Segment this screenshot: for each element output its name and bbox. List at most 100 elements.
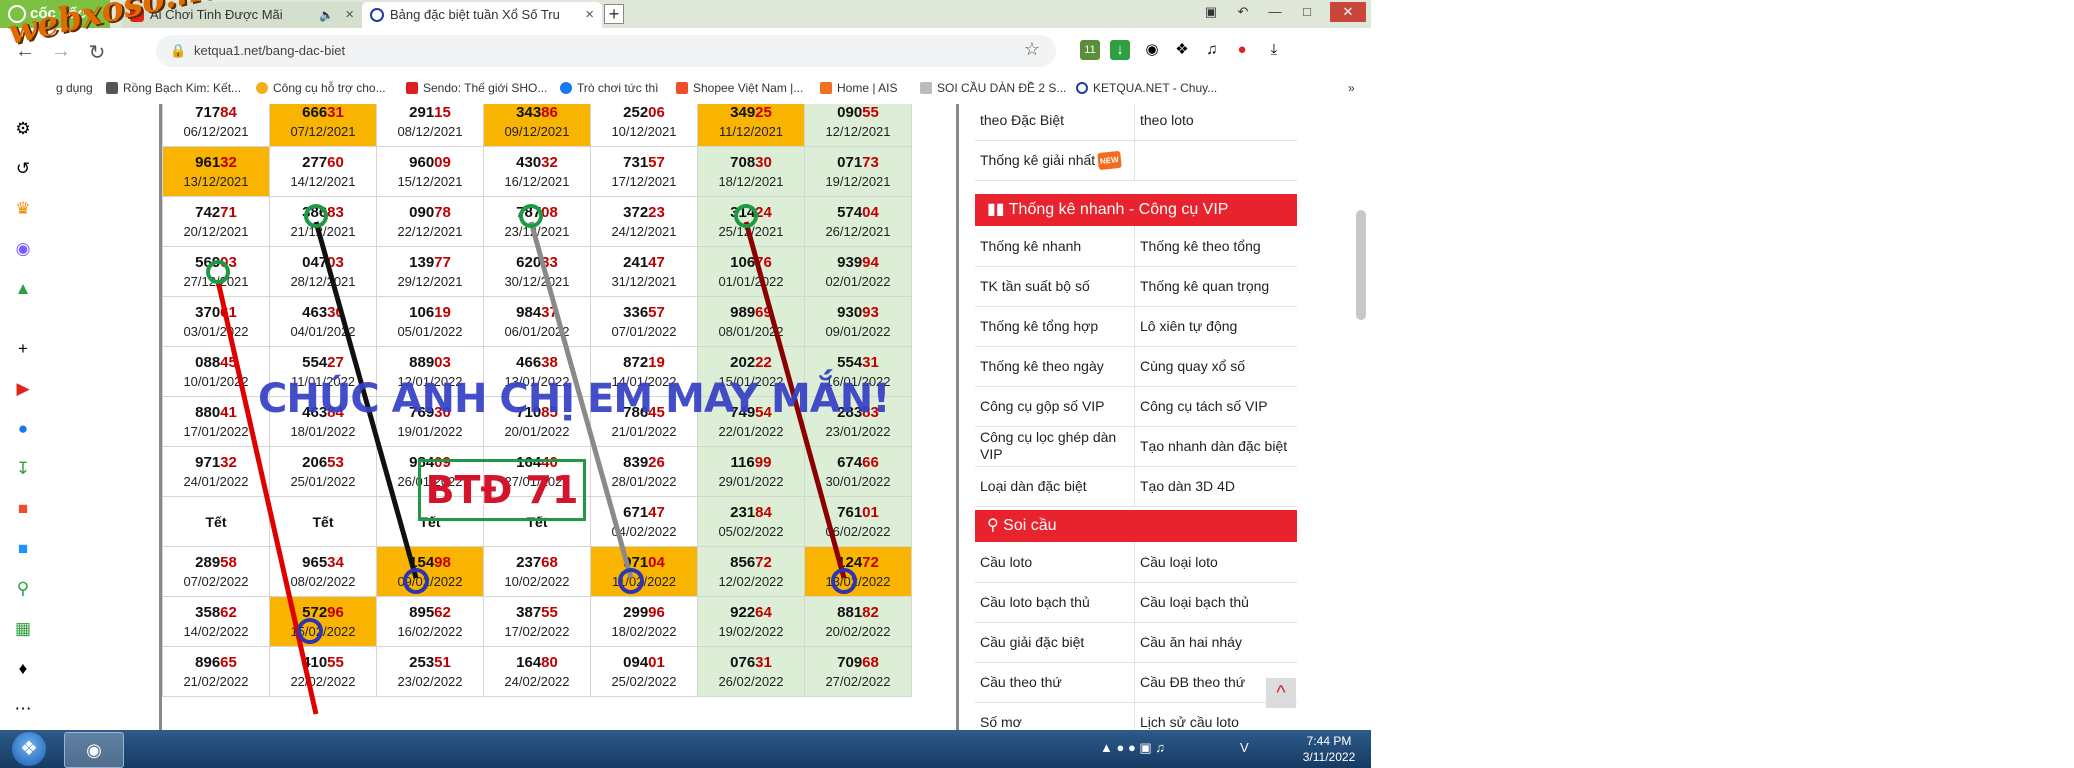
result-date: 18/02/2022 <box>611 623 677 639</box>
bookmark-label: Rồng Bạch Kim: Kết... <box>123 81 242 95</box>
reload-button[interactable]: ↻ <box>86 40 108 65</box>
settings-icon[interactable]: ⚙ <box>12 118 34 140</box>
bookmark-star-icon[interactable]: ☆ <box>1024 39 1040 60</box>
gamepad-icon[interactable]: ▲ <box>12 278 34 300</box>
sidebar-link[interactable]: TK tần suất bộ số <box>975 266 1135 306</box>
download-icon[interactable]: ↧ <box>12 458 34 480</box>
sidebar-link[interactable]: Cầu theo thứ <box>975 662 1135 702</box>
sidebar-link[interactable]: Số mơ <box>975 702 1135 730</box>
result-date: 08/02/2022 <box>290 573 356 589</box>
scroll-to-top-button[interactable]: ^ <box>1266 678 1296 708</box>
sidebar-link[interactable]: Công cụ gộp số VIP <box>975 386 1135 426</box>
result-prefix: 387 <box>516 603 542 621</box>
sidebar-link[interactable]: Thống kê theo ngày <box>975 346 1135 386</box>
omnibox[interactable]: 🔒 ketqua1.net/bang-dac-biet ☆ <box>156 35 1056 67</box>
bell-icon[interactable]: ♦ <box>12 658 34 680</box>
close-window-button[interactable]: ✕ <box>1330 2 1366 22</box>
result-prefix: 965 <box>302 553 328 571</box>
sidebar-link[interactable]: Thống kê theo tổng <box>1135 226 1295 266</box>
close-tab-icon[interactable]: × <box>345 2 354 28</box>
crown-icon[interactable]: ♛ <box>12 198 34 220</box>
sidebar-link[interactable]: Cầu loto <box>975 542 1135 582</box>
bookmark-more-button[interactable]: » <box>1348 81 1355 95</box>
tray-v-icon[interactable]: V <box>1240 740 1249 755</box>
sheet-icon[interactable]: ▦ <box>12 618 34 640</box>
media-icon[interactable]: ♫ <box>1202 40 1222 60</box>
sidebar-link[interactable]: Tạo dàn 3D 4D <box>1135 466 1295 506</box>
extension-badge-icon[interactable]: 11 <box>1080 40 1100 60</box>
maximize-button[interactable]: □ <box>1294 2 1320 22</box>
result-last-two: 03 <box>327 253 344 271</box>
result-date: 10/02/2022 <box>504 573 570 589</box>
bookmark-item[interactable]: Sendo: Thế giới SHO... <box>406 81 547 95</box>
bookmark-item[interactable]: g dụng <box>56 81 93 95</box>
start-button[interactable]: ❖ <box>12 732 46 766</box>
bookmark-item[interactable]: Rồng Bạch Kim: Kết... <box>106 81 241 95</box>
screenshot-icon[interactable]: ▣ <box>1198 2 1224 22</box>
tab-ketqua[interactable]: Bảng đặc biệt tuần Xổ Số Tru × <box>362 2 602 28</box>
sidebar-link[interactable]: Cầu loại bạch thủ <box>1135 582 1295 622</box>
bookmark-item[interactable]: Shopee Việt Nam |... <box>676 81 803 95</box>
result-last-two: 55 <box>862 104 879 121</box>
bookmark-item[interactable]: Home | AIS <box>820 81 897 95</box>
result-date: 19/02/2022 <box>718 623 784 639</box>
puzzle-icon[interactable]: ❖ <box>1172 40 1192 60</box>
link-theo-dac-biet[interactable]: theo Đặc Biệt <box>975 104 1135 140</box>
sidebar-link[interactable]: Cầu ăn hai nháy <box>1135 622 1295 662</box>
sidebar-link[interactable]: Thống kê nhanh <box>975 226 1135 266</box>
result-prefix: 674 <box>837 453 863 471</box>
speaker-icon[interactable]: 🔈 <box>319 2 334 28</box>
download-icon[interactable]: ⤓ <box>1264 40 1284 60</box>
sidebar-link[interactable]: Công cụ lọc ghép dàn VIP <box>975 426 1135 466</box>
sidebar-link[interactable]: Cầu loto bạch thủ <box>975 582 1135 622</box>
result-prefix: 971 <box>623 553 649 571</box>
add-icon[interactable]: + <box>12 338 34 360</box>
link-thong-ke-giai-nhat[interactable]: Thống kê giải nhất NEW <box>975 140 1135 180</box>
result-cell: 78708 23/12/2021 <box>483 196 591 247</box>
sidebar-link[interactable]: Loại dàn đặc biệt <box>975 466 1135 506</box>
lock-icon[interactable]: 🔒 <box>170 43 186 59</box>
minimize-button[interactable]: — <box>1262 2 1288 22</box>
system-clock[interactable]: 7:44 PM 3/11/2022 <box>1294 733 1364 765</box>
sidebar-link[interactable]: Thống kê quan trọng <box>1135 266 1295 306</box>
tray-icons[interactable]: ▲ ● ● ▣ ♫ <box>1100 740 1165 756</box>
result-cell: 73157 17/12/2021 <box>590 146 698 197</box>
history-icon[interactable]: ↺ <box>12 158 34 180</box>
url-text[interactable]: ketqua1.net/bang-dac-biet <box>194 43 345 58</box>
back-arrow-icon[interactable]: ↶ <box>1230 2 1256 22</box>
youtube-icon[interactable]: ▶ <box>12 378 34 400</box>
result-last-two: 04 <box>648 553 665 571</box>
sidebar-link[interactable]: Công cụ tách số VIP <box>1135 386 1295 426</box>
result-date: 06/12/2021 <box>183 123 249 139</box>
sidebar-link[interactable]: Tạo nhanh dàn đặc biệt <box>1135 426 1295 466</box>
sidebar-link[interactable]: Thống kê tổng hợp <box>975 306 1135 346</box>
result-prefix: 872 <box>623 353 649 371</box>
bookmark-item[interactable]: KETQUA.NET - Chuy... <box>1076 81 1217 95</box>
sidebar-link[interactable]: Cầu loại loto <box>1135 542 1295 582</box>
shopee-icon[interactable]: ■ <box>12 498 34 520</box>
result-last-two: 38 <box>541 353 558 371</box>
bookmark-item[interactable]: SOI CẦU DÀN ĐỀ 2 S... <box>920 81 1066 95</box>
pin-icon[interactable]: ⚲ <box>12 578 34 600</box>
more-icon[interactable]: ⋯ <box>12 698 34 720</box>
new-tab-button[interactable]: + <box>604 4 624 24</box>
download-extension-icon[interactable]: ↓ <box>1110 40 1130 60</box>
profile-icon[interactable]: ● <box>1232 40 1252 60</box>
bookmark-item[interactable]: Công cụ hỗ trợ cho... <box>256 81 386 95</box>
bookmark-item[interactable]: Trò chơi tức thì <box>560 81 658 95</box>
sidebar-link[interactable]: Cầu giải đặc biệt <box>975 622 1135 662</box>
facebook-icon[interactable]: ● <box>12 418 34 440</box>
result-prefix: 071 <box>837 153 863 171</box>
messenger-icon[interactable]: ◉ <box>12 238 34 260</box>
sidebar-link[interactable]: Lô xiên tự động <box>1135 306 1295 346</box>
close-tab-icon[interactable]: × <box>585 2 594 28</box>
sidebar-link[interactable]: Cùng quay xổ số <box>1135 346 1295 386</box>
tiki-icon[interactable]: ■ <box>12 538 34 560</box>
taskbar-coccoc-app[interactable]: ◉ <box>64 732 124 768</box>
chrome-icon[interactable]: ◉ <box>1142 40 1162 60</box>
result-date: 16/02/2022 <box>397 623 463 639</box>
link-theo-loto[interactable]: theo loto <box>1135 104 1295 140</box>
result-prefix: 343 <box>516 104 542 121</box>
result-date: 13/02/2022 <box>825 573 891 589</box>
scrollbar-thumb[interactable] <box>1356 210 1366 320</box>
